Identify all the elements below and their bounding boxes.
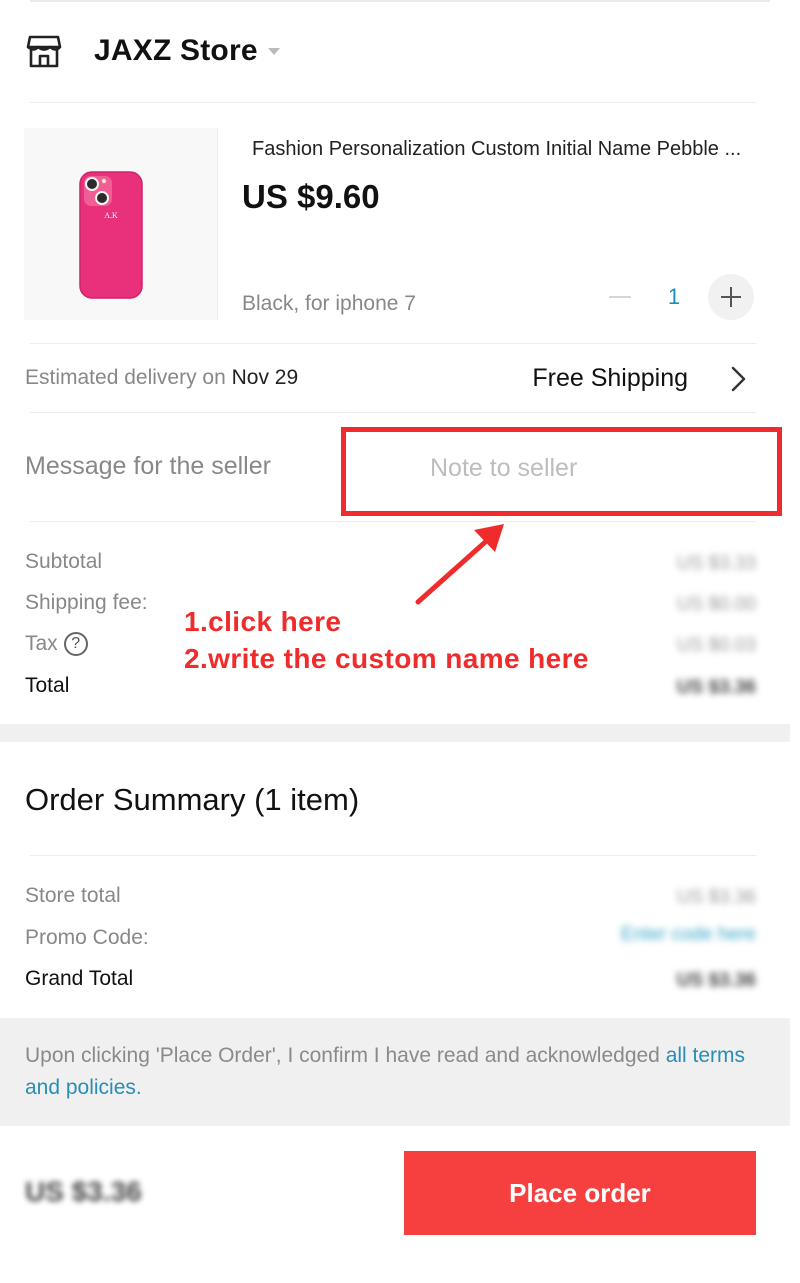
order-summary-title: Order Summary (1 item) xyxy=(25,782,360,817)
product-variant[interactable]: Black, for iphone 7 xyxy=(242,292,416,316)
grand-total-value: US $3.36 xyxy=(676,970,756,991)
annotation-arrow-icon xyxy=(415,524,504,605)
message-label: Message for the seller xyxy=(25,452,271,480)
section-separator xyxy=(0,724,790,742)
divider xyxy=(30,102,756,103)
divider xyxy=(30,343,756,344)
delivery-date: Nov 29 xyxy=(231,366,299,389)
minus-icon xyxy=(609,296,631,298)
annotation-step-2: 2.write the custom name here xyxy=(184,643,589,674)
shipping-fee-value: US $0.00 xyxy=(676,594,756,615)
chevron-right-icon[interactable] xyxy=(726,364,750,394)
tax-label-row: Tax? xyxy=(25,632,88,657)
tax-label: Tax xyxy=(25,632,58,655)
shipping-fee-label: Shipping fee: xyxy=(25,591,148,614)
subtotal-value: US $3.33 xyxy=(676,553,756,574)
subtotal-label: Subtotal xyxy=(25,550,103,573)
note-to-seller-input[interactable] xyxy=(430,454,750,483)
promo-code-label: Promo Code: xyxy=(25,926,149,949)
product-title[interactable]: Fashion Personalization Custom Initial N… xyxy=(252,138,757,161)
quantity-stepper: 1 xyxy=(600,274,754,320)
store-total-label: Store total xyxy=(25,884,121,907)
place-order-button[interactable]: Place order xyxy=(404,1151,756,1235)
store-total-value: US $3.36 xyxy=(676,887,756,908)
chevron-down-icon[interactable] xyxy=(267,47,280,55)
divider xyxy=(30,521,756,522)
enter-promo-code-link[interactable]: Enter code here xyxy=(621,924,756,946)
delivery-row[interactable]: Estimated delivery on Nov 29 Free Shippi… xyxy=(25,360,756,400)
total-label: Total xyxy=(25,674,70,697)
delivery-label: Estimated delivery on Nov 29 xyxy=(25,366,298,390)
top-divider xyxy=(30,0,770,2)
terms-text: Upon clicking 'Place Order', I confirm I… xyxy=(25,1040,765,1104)
case-initials: A.K xyxy=(104,211,118,220)
product-price: US $9.60 xyxy=(242,178,380,215)
shipping-method[interactable]: Free Shipping xyxy=(532,364,688,393)
divider xyxy=(30,855,756,856)
grand-total-label: Grand Total xyxy=(25,967,134,990)
increase-quantity-button[interactable] xyxy=(708,274,754,320)
delivery-label-text: Estimated delivery on xyxy=(25,366,232,389)
note-highlight-box[interactable] xyxy=(341,427,782,516)
store-icon xyxy=(24,31,64,71)
decrease-quantity-button[interactable] xyxy=(600,274,640,320)
divider xyxy=(30,412,756,413)
tax-value: US $0.03 xyxy=(676,635,756,656)
store-header[interactable]: JAXZ Store xyxy=(24,28,280,74)
total-value: US $3.36 xyxy=(676,677,756,698)
product-image[interactable]: A.K xyxy=(24,128,218,320)
help-icon[interactable]: ? xyxy=(63,632,88,657)
footer-total: US $3.36 xyxy=(25,1176,142,1207)
annotation-step-1: 1.click here xyxy=(184,606,342,637)
store-name[interactable]: JAXZ Store xyxy=(94,34,258,68)
terms-statement: Upon clicking 'Place Order', I confirm I… xyxy=(25,1044,666,1067)
quantity-value: 1 xyxy=(667,284,681,309)
